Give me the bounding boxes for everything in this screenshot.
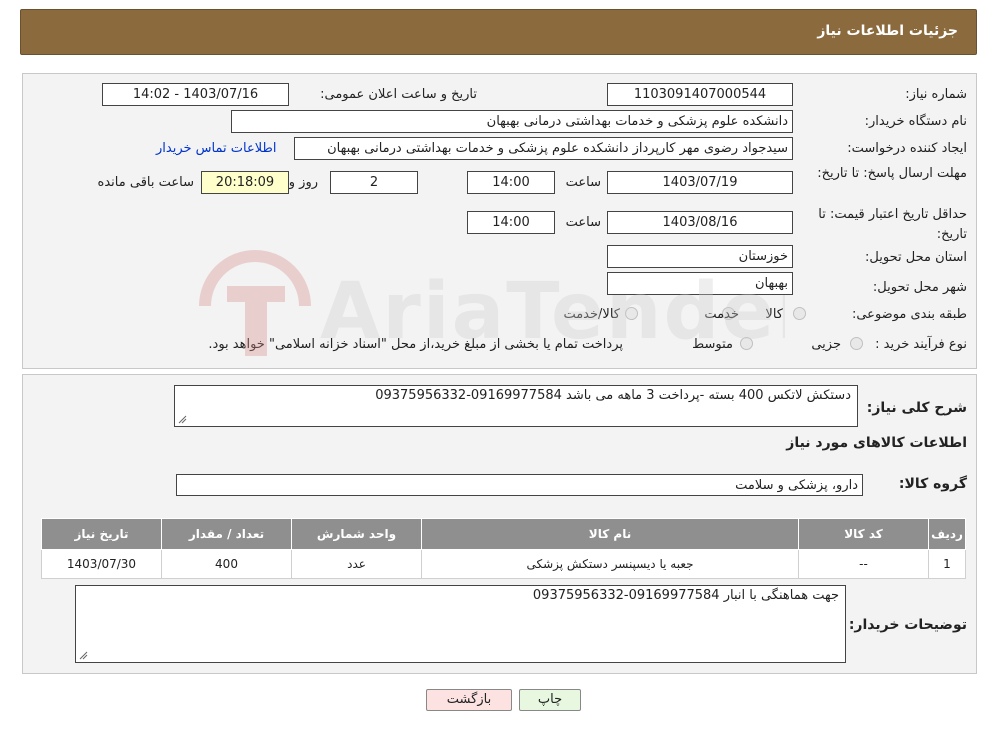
need-number-label: شماره نیاز: bbox=[905, 87, 967, 102]
items-section-title: اطلاعات کالاهای مورد نیاز bbox=[786, 435, 967, 451]
category-goods-service-label: کالا/خدمت bbox=[563, 307, 620, 322]
process-minor-radio[interactable] bbox=[850, 337, 863, 350]
validity-time-field: 14:00 bbox=[467, 211, 555, 234]
remaining-label: ساعت باقی مانده bbox=[97, 175, 194, 190]
category-label: طبقه بندی موضوعی: bbox=[851, 307, 967, 322]
validity-label: حداقل تاریخ اعتبار قیمت: تا تاریخ: bbox=[818, 207, 967, 242]
creator-label: ایجاد کننده درخواست: bbox=[847, 141, 967, 156]
need-number-field: 1103091407000544 bbox=[607, 83, 793, 106]
buyer-contact-link[interactable]: اطلاعات تماس خریدار bbox=[156, 141, 276, 156]
category-goods-label: کالا bbox=[765, 307, 783, 322]
city-label: شهر محل تحویل: bbox=[872, 280, 967, 295]
category-goods-radio[interactable] bbox=[793, 307, 806, 320]
deadline-time-label: ساعت bbox=[565, 175, 601, 190]
col-qty-header: تعداد / مقدار bbox=[161, 518, 292, 550]
validity-time-label: ساعت bbox=[565, 215, 601, 230]
cell-name: جعبه یا دیسپنسر دستکش پزشکی bbox=[421, 549, 799, 579]
cell-row: 1 bbox=[928, 549, 966, 579]
page-header: جزئیات اطلاعات نیاز bbox=[20, 9, 977, 55]
col-date-header: تاریخ نیاز bbox=[41, 518, 162, 550]
back-button[interactable]: بازگشت bbox=[426, 689, 512, 711]
deadline-time-field: 14:00 bbox=[467, 171, 555, 194]
days-label: روز و bbox=[288, 175, 318, 190]
announce-label: تاریخ و ساعت اعلان عمومی: bbox=[320, 87, 477, 102]
col-code-header: کد کالا bbox=[798, 518, 929, 550]
days-field: 2 bbox=[330, 171, 418, 194]
process-medium-radio[interactable] bbox=[740, 337, 753, 350]
resize-grip-icon[interactable] bbox=[178, 415, 187, 424]
cell-qty: 400 bbox=[161, 549, 292, 579]
deadline-label: مهلت ارسال پاسخ: تا تاریخ: bbox=[817, 166, 967, 181]
col-row-header: ردیف bbox=[928, 518, 966, 550]
creator-field: سیدجواد رضوی مهر کارپرداز دانشکده علوم پ… bbox=[294, 137, 793, 160]
col-unit-header: واحد شمارش bbox=[291, 518, 422, 550]
category-service-label: خدمت bbox=[704, 307, 739, 322]
remaining-time-field: 20:18:09 bbox=[201, 171, 289, 194]
items-table-header-row: ردیف کد کالا نام کالا واحد شمارش تعداد /… bbox=[41, 518, 966, 550]
description-text: دستکش لاتکس 400 بسته -پرداخت 3 ماهه می ب… bbox=[375, 388, 851, 403]
buyer-org-field: دانشکده علوم پزشکی و خدمات بهداشتی درمان… bbox=[231, 110, 793, 133]
group-label: گروه کالا: bbox=[898, 476, 967, 492]
col-name-header: نام کالا bbox=[421, 518, 799, 550]
resize-grip-icon[interactable] bbox=[79, 651, 88, 660]
validity-date-field: 1403/08/16 bbox=[607, 211, 793, 234]
process-note: پرداخت تمام یا بخشی از مبلغ خرید،از محل … bbox=[208, 337, 623, 352]
table-row: 1 -- جعبه یا دیسپنسر دستکش پزشکی عدد 400… bbox=[41, 549, 966, 579]
cell-unit: عدد bbox=[291, 549, 422, 579]
buyer-notes-text: جهت هماهنگی با انبار 09169977584-0937595… bbox=[532, 588, 839, 603]
description-textarea[interactable]: دستکش لاتکس 400 بسته -پرداخت 3 ماهه می ب… bbox=[174, 385, 858, 427]
announce-field: 1403/07/16 - 14:02 bbox=[102, 83, 289, 106]
process-minor-label: جزیی bbox=[811, 337, 841, 352]
category-goods-service-radio[interactable] bbox=[625, 307, 638, 320]
print-button[interactable]: چاپ bbox=[519, 689, 581, 711]
description-label: شرح کلی نیاز: bbox=[866, 400, 967, 416]
cell-code: -- bbox=[798, 549, 929, 579]
cell-date: 1403/07/30 bbox=[41, 549, 162, 579]
city-field: بهبهان bbox=[607, 272, 793, 295]
page-title: جزئیات اطلاعات نیاز bbox=[817, 23, 958, 39]
deadline-date-field: 1403/07/19 bbox=[607, 171, 793, 194]
items-table: ردیف کد کالا نام کالا واحد شمارش تعداد /… bbox=[41, 518, 966, 579]
process-label: نوع فرآیند خرید : bbox=[875, 337, 967, 352]
group-field: دارو، پزشکی و سلامت bbox=[176, 474, 863, 496]
process-medium-label: متوسط bbox=[692, 337, 733, 352]
province-field: خوزستان bbox=[607, 245, 793, 268]
buyer-org-label: نام دستگاه خریدار: bbox=[864, 114, 967, 129]
buyer-notes-textarea[interactable]: جهت هماهنگی با انبار 09169977584-0937595… bbox=[75, 585, 846, 663]
buyer-notes-label: توضیحات خریدار: bbox=[848, 617, 967, 633]
province-label: استان محل تحویل: bbox=[865, 250, 967, 265]
